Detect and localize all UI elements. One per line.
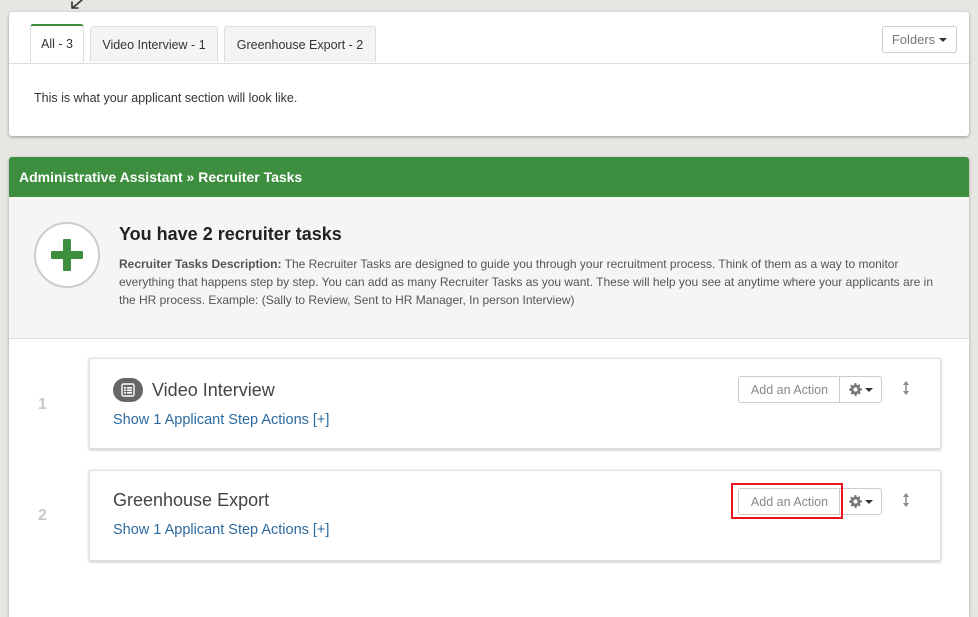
folders-dropdown-button[interactable]: Folders (882, 26, 957, 53)
description-label: Recruiter Tasks Description: (119, 257, 282, 271)
add-action-button[interactable]: Add an Action (738, 488, 841, 515)
recruiter-tasks-panel: Administrative Assistant » Recruiter Tas… (9, 157, 969, 617)
task-title: Greenhouse Export (113, 490, 270, 510)
task-title: Video Interview (152, 380, 275, 400)
add-action-button[interactable]: Add an Action (738, 376, 841, 403)
add-recruiter-task-button[interactable] (34, 222, 100, 288)
task-card-greenhouse-export: Greenhouse Export Show 1 Applicant Step … (89, 470, 941, 561)
show-step-actions-link[interactable]: Show 1 Applicant Step Actions [+] (113, 412, 329, 428)
task-card-video-interview: Video Interview Show 1 Applicant Step Ac… (89, 358, 941, 449)
breadcrumb: Administrative Assistant » Recruiter Tas… (9, 157, 969, 197)
gear-icon (848, 495, 862, 508)
tab-strip: All - 3 Video Interview - 1 Greenhouse E… (9, 12, 969, 64)
caret-down-icon (864, 387, 873, 392)
tab-greenhouse-export[interactable]: Greenhouse Export - 2 (224, 26, 376, 62)
tab-video-interview[interactable]: Video Interview - 1 (90, 26, 218, 62)
recruiter-tasks-count-title: You have 2 recruiter tasks (119, 224, 342, 244)
caret-down-icon (864, 499, 873, 504)
plus-icon (51, 239, 83, 271)
show-step-actions-link[interactable]: Show 1 Applicant Step Actions [+] (113, 522, 329, 538)
applicant-section-text: This is what your applicant section will… (34, 91, 298, 105)
list-icon (113, 378, 143, 402)
sort-handle-icon[interactable] (902, 380, 910, 396)
task-number: 1 (38, 396, 47, 413)
folders-label: Folders (891, 32, 936, 47)
applicant-tabs-panel: All - 3 Video Interview - 1 Greenhouse E… (9, 12, 969, 136)
task-settings-dropdown[interactable] (839, 488, 882, 515)
task-settings-dropdown[interactable] (839, 376, 882, 403)
tab-all[interactable]: All - 3 (30, 24, 84, 62)
recruiter-tasks-intro: You have 2 recruiter tasks Recruiter Tas… (9, 197, 969, 339)
recruiter-tasks-description: Recruiter Tasks Description: The Recruit… (119, 255, 944, 309)
sort-handle-icon[interactable] (902, 492, 910, 508)
task-number: 2 (38, 507, 47, 524)
caret-down-icon (939, 37, 948, 42)
gear-icon (848, 383, 862, 396)
